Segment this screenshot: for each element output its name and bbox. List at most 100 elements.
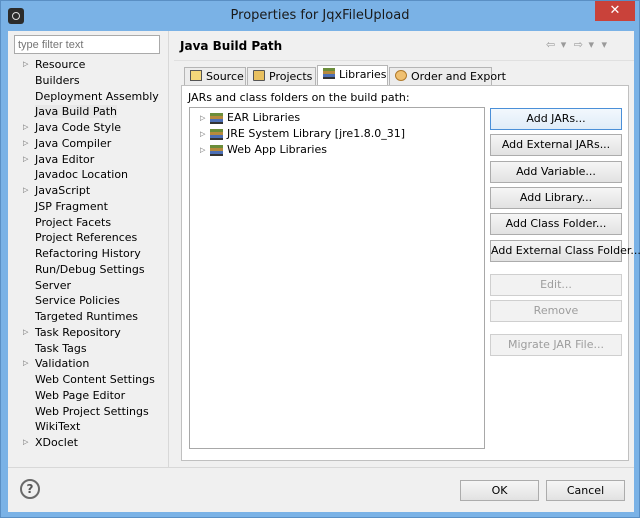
- projects-icon: [253, 70, 265, 81]
- nav-item-java-code-style[interactable]: ▷ Java Code Style: [14, 120, 164, 136]
- forward-arrow-icon[interactable]: ⇨ ▾: [574, 38, 595, 51]
- nav-item-service-policies[interactable]: Service Policies: [14, 293, 164, 309]
- properties-dialog: Properties for JqxFileUpload ✕ ▷ Resource…: [0, 0, 640, 518]
- nav-item-label: Web Content Settings: [35, 373, 155, 386]
- library-entry-webapp[interactable]: ▷ Web App Libraries: [190, 142, 484, 158]
- add-library-button[interactable]: Add Library...: [490, 187, 622, 209]
- nav-item-builders[interactable]: Builders: [14, 73, 164, 89]
- nav-item-label: Service Policies: [35, 294, 120, 308]
- add-class-folder-button[interactable]: Add Class Folder...: [490, 213, 622, 235]
- add-jars-button[interactable]: Add JARs...: [490, 108, 622, 130]
- nav-item-web-page-editor[interactable]: Web Page Editor: [14, 388, 164, 404]
- nav-item-resource[interactable]: ▷ Resource: [14, 57, 164, 73]
- expand-icon[interactable]: ▷: [23, 356, 28, 372]
- libraries-tree[interactable]: ▷ EAR Libraries ▷ JRE System Library [jre1…: [189, 107, 485, 449]
- library-entry-label: JRE System Library [jre1.8.0_31]: [227, 127, 405, 140]
- nav-item-validation[interactable]: ▷ Validation: [14, 356, 164, 372]
- nav-item-label: Builders: [35, 73, 80, 87]
- property-pages-tree: ▷ Resource Builders Deployment Assembly J…: [14, 57, 164, 451]
- window-title: Properties for JqxFileUpload: [230, 8, 410, 23]
- nav-item-label: WikiText: [35, 420, 81, 434]
- expand-icon[interactable]: ▷: [23, 152, 28, 168]
- pane-divider[interactable]: [168, 31, 169, 467]
- tab-projects[interactable]: Projects: [247, 67, 316, 85]
- expand-icon[interactable]: ▷: [23, 120, 28, 136]
- footer-separator: [8, 467, 634, 468]
- header-separator: [174, 60, 634, 61]
- libraries-panel: JARs and class folders on the build path…: [181, 85, 640, 461]
- nav-item-targeted-runtimes[interactable]: Targeted Runtimes: [14, 309, 164, 325]
- filter-input[interactable]: [14, 35, 160, 54]
- library-entry-ear[interactable]: ▷ EAR Libraries: [190, 110, 484, 126]
- nav-item-refactoring-history[interactable]: Refactoring History: [14, 246, 164, 262]
- nav-item-label: Java Compiler: [35, 136, 112, 150]
- nav-item-project-references[interactable]: Project References: [14, 230, 164, 246]
- nav-item-label: JSP Fragment: [35, 199, 108, 213]
- nav-item-server[interactable]: Server: [14, 278, 164, 294]
- ok-button[interactable]: OK: [460, 480, 539, 501]
- nav-item-label: Web Page Editor: [35, 388, 126, 402]
- tab-order-and-export[interactable]: Order and Export: [389, 67, 506, 85]
- help-icon[interactable]: ?: [20, 479, 40, 499]
- nav-item-xdoclet[interactable]: ▷ XDoclet: [14, 435, 164, 451]
- tab-source[interactable]: Source: [184, 67, 246, 85]
- add-external-class-folder-button[interactable]: Add External Class Folder...: [490, 240, 640, 262]
- order-export-icon: [395, 70, 407, 81]
- library-entry-jre[interactable]: ▷ JRE System Library [jre1.8.0_31]: [190, 126, 484, 142]
- expand-icon[interactable]: ▷: [23, 136, 28, 152]
- tab-label: Source: [206, 70, 244, 83]
- library-entry-label: Web App Libraries: [227, 143, 327, 156]
- libraries-heading: JARs and class folders on the build path…: [188, 91, 410, 104]
- expand-icon[interactable]: ▷: [23, 183, 28, 199]
- nav-item-label: XDoclet: [35, 436, 78, 449]
- library-entry-label: EAR Libraries: [227, 111, 301, 124]
- expand-icon[interactable]: ▷: [200, 110, 205, 126]
- nav-item-label: Targeted Runtimes: [35, 310, 138, 323]
- edit-button[interactable]: Edit...: [490, 274, 622, 296]
- nav-item-run-debug-settings[interactable]: Run/Debug Settings: [14, 262, 164, 278]
- expand-icon[interactable]: ▷: [200, 142, 205, 158]
- remove-button[interactable]: Remove: [490, 300, 622, 322]
- history-controls: ⇦ ▾ ⇨ ▾ ▾: [546, 38, 610, 51]
- expand-icon[interactable]: ▷: [200, 126, 205, 142]
- expand-icon[interactable]: ▷: [23, 57, 28, 73]
- library-icon: [210, 113, 223, 124]
- nav-item-task-repository[interactable]: ▷ Task Repository: [14, 325, 164, 341]
- back-arrow-icon[interactable]: ⇦ ▾: [546, 38, 567, 51]
- cancel-button[interactable]: Cancel: [546, 480, 625, 501]
- nav-item-label: Deployment Assembly: [35, 89, 159, 103]
- nav-item-project-facets[interactable]: Project Facets: [14, 215, 164, 231]
- nav-item-label: Server: [35, 278, 72, 292]
- nav-item-wikitext[interactable]: WikiText: [14, 419, 164, 435]
- nav-item-label: Validation: [35, 357, 90, 371]
- source-folder-icon: [190, 70, 202, 81]
- nav-item-java-compiler[interactable]: ▷ Java Compiler: [14, 136, 164, 152]
- nav-item-web-content-settings[interactable]: Web Content Settings: [14, 372, 164, 388]
- nav-item-java-build-path[interactable]: Java Build Path: [14, 104, 164, 120]
- nav-item-web-project-settings[interactable]: Web Project Settings: [14, 404, 164, 420]
- nav-item-label: Resource: [35, 58, 86, 71]
- expand-icon[interactable]: ▷: [23, 325, 28, 341]
- nav-item-java-editor[interactable]: ▷ Java Editor: [14, 152, 164, 168]
- nav-item-jsp-fragment[interactable]: JSP Fragment: [14, 199, 164, 215]
- tab-label: Libraries: [339, 68, 387, 81]
- close-button[interactable]: ✕: [595, 1, 635, 21]
- expand-icon[interactable]: ▷: [23, 435, 28, 451]
- nav-item-label: Project References: [35, 231, 138, 245]
- nav-item-label: Java Editor: [35, 152, 95, 166]
- tab-libraries[interactable]: Libraries: [317, 65, 388, 86]
- view-menu-icon[interactable]: ▾: [602, 38, 609, 51]
- nav-item-label: Run/Debug Settings: [35, 262, 145, 276]
- nav-item-label: Java Build Path: [35, 105, 118, 119]
- nav-item-label: Javadoc Location: [35, 168, 129, 182]
- nav-item-javascript[interactable]: ▷ JavaScript: [14, 183, 164, 199]
- title-bar[interactable]: Properties for JqxFileUpload ✕: [1, 1, 639, 31]
- nav-item-deployment-assembly[interactable]: Deployment Assembly: [14, 89, 164, 105]
- nav-item-label: Task Repository: [35, 325, 121, 339]
- add-variable-button[interactable]: Add Variable...: [490, 161, 622, 183]
- migrate-jar-button[interactable]: Migrate JAR File...: [490, 334, 622, 356]
- nav-item-javadoc-location[interactable]: Javadoc Location: [14, 167, 164, 183]
- nav-item-task-tags[interactable]: Task Tags: [14, 341, 164, 357]
- add-external-jars-button[interactable]: Add External JARs...: [490, 134, 622, 156]
- tab-label: Order and Export: [411, 70, 506, 83]
